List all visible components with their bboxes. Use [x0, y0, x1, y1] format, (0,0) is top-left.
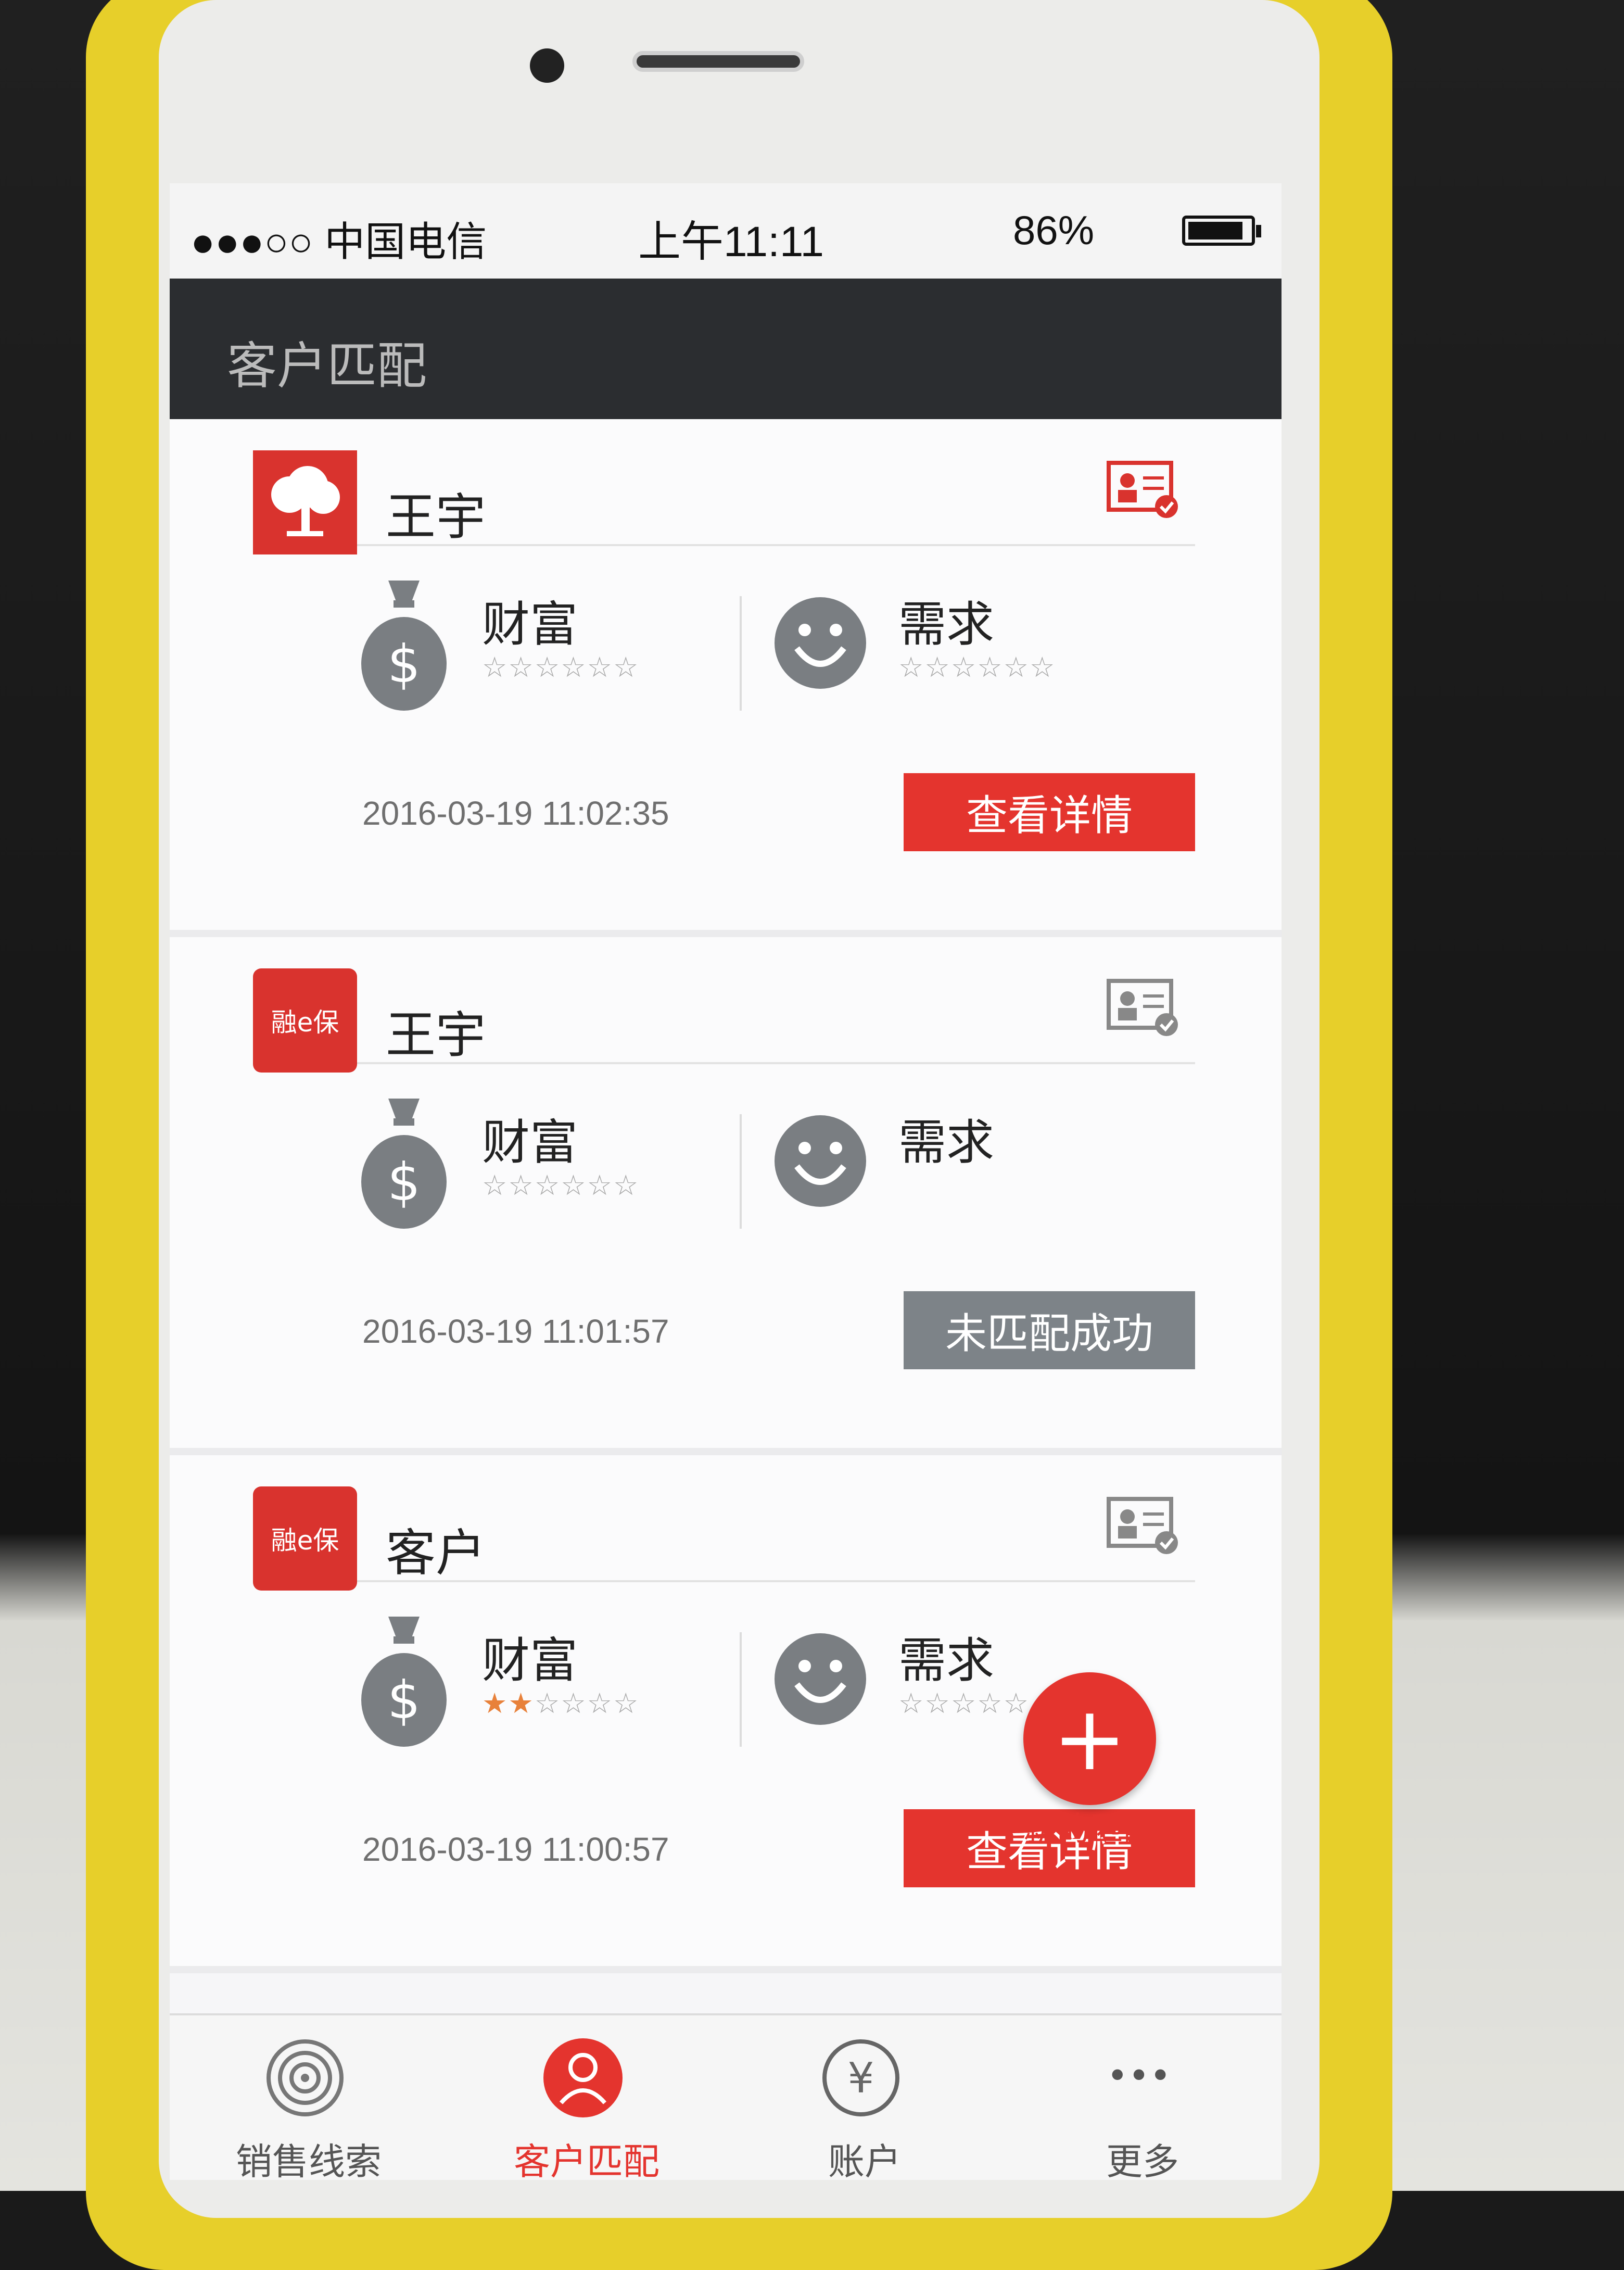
battery-percent: 86%: [1013, 207, 1095, 253]
wealth-section: $ 财富 ☆☆☆☆☆☆: [357, 575, 742, 732]
need-section: 需求: [773, 1093, 1169, 1250]
tab-sales-leads[interactable]: 销售线索: [170, 2015, 448, 2180]
need-label: 需求: [898, 1633, 995, 1688]
tab-label: 客户匹配: [514, 2140, 659, 2180]
phone-screen: ●●●○○ 中国电信 上午11:11 86% 客户匹配 王宇 $ 财富 ☆☆☆☆…: [170, 183, 1282, 2180]
id-card-check-icon[interactable]: [1107, 979, 1179, 1036]
nav-bar: 客户匹配: [170, 279, 1282, 419]
carrier-signal: ●●●○○ 中国电信: [191, 219, 487, 264]
need-section: 需求 ☆☆☆☆☆☆: [773, 575, 1169, 732]
tab-label: 销售线索: [236, 2140, 382, 2180]
battery-icon: [1182, 216, 1255, 246]
page-title: 客户匹配: [227, 337, 427, 395]
id-card-check-icon[interactable]: [1107, 461, 1179, 518]
more-dots-icon: •••: [1107, 2054, 1171, 2097]
need-label: 需求: [898, 1115, 995, 1170]
need-label: 需求: [898, 597, 995, 652]
money-bag-icon: $: [361, 581, 447, 711]
smiley-icon: [775, 597, 866, 689]
new-match-label[interactable]: 新的匹配: [1023, 1802, 1185, 1850]
user-icon: [543, 2038, 623, 2117]
svg-text:¥: ¥: [848, 2054, 874, 2102]
wealth-label: 财富: [482, 597, 578, 652]
section-divider: [740, 1632, 742, 1747]
yen-icon: ¥: [822, 2039, 899, 2116]
status-time: 上午11:11: [638, 218, 824, 266]
match-card[interactable]: 融e保 王宇 $ 财富 ☆☆☆☆☆☆ 需求 2016-03-19 11:01:5…: [170, 937, 1282, 1455]
brand-logo: 融e保: [253, 968, 357, 1073]
wealth-stars-empty: ☆☆☆☆: [534, 1687, 640, 1720]
wealth-rating: ★★☆☆☆☆: [482, 1687, 639, 1720]
status-bar: ●●●○○ 中国电信 上午11:11 86%: [170, 183, 1282, 279]
tab-label: 更多: [1106, 2140, 1179, 2180]
id-card-check-icon[interactable]: [1107, 1497, 1179, 1554]
radar-icon: [267, 2039, 344, 2116]
new-match-button[interactable]: +: [1023, 1672, 1156, 1805]
money-bag-icon: $: [361, 1099, 447, 1229]
match-timestamp: 2016-03-19 11:00:57: [362, 1831, 669, 1868]
wealth-stars-filled: ★★: [482, 1687, 535, 1720]
wealth-section: $ 财富 ★★☆☆☆☆: [357, 1611, 742, 1768]
smiley-icon: [775, 1115, 866, 1207]
tab-bar: 销售线索 客户匹配 ¥ 账户 ••• 更多: [170, 2013, 1282, 2180]
card-header: 王宇: [253, 440, 1195, 554]
tab-label: 账户: [828, 2140, 901, 2180]
match-timestamp: 2016-03-19 11:02:35: [362, 795, 669, 832]
customer-name: 王宇: [386, 1006, 486, 1064]
match-card[interactable]: 王宇 $ 财富 ☆☆☆☆☆☆ 需求 ☆☆☆☆☆☆ 2016-03-19 11:0…: [170, 419, 1282, 937]
wealth-label: 财富: [482, 1633, 578, 1688]
tree-logo-icon: [253, 450, 357, 554]
brand-logo: 融e保: [253, 1486, 357, 1591]
card-header: 融e保 王宇: [253, 958, 1195, 1073]
tab-more[interactable]: ••• 更多: [1004, 2015, 1282, 2180]
customer-name: 客户: [386, 1524, 486, 1582]
customer-name: 王宇: [386, 488, 486, 546]
earpiece-speaker: [632, 51, 804, 72]
need-rating: ☆☆☆☆☆☆: [898, 651, 1056, 684]
front-camera: [530, 48, 564, 83]
wealth-section: $ 财富 ☆☆☆☆☆☆: [357, 1093, 742, 1250]
wealth-rating: ☆☆☆☆☆☆: [482, 651, 640, 684]
svg-text:$: $: [387, 634, 421, 695]
card-header: 融e保 客户: [253, 1476, 1195, 1591]
smiley-icon: [775, 1633, 866, 1725]
section-divider: [740, 596, 742, 711]
tab-account[interactable]: ¥ 账户: [726, 2015, 1004, 2180]
view-details-button[interactable]: 查看详情: [904, 773, 1195, 851]
money-bag-icon: $: [361, 1617, 447, 1747]
svg-text:•••: •••: [1107, 2054, 1171, 2097]
tab-customer-match[interactable]: 客户匹配: [448, 2015, 726, 2180]
wealth-label: 财富: [482, 1115, 578, 1170]
match-failed-button[interactable]: 未匹配成功: [904, 1291, 1195, 1369]
need-rating: ☆☆☆☆☆: [898, 1687, 1030, 1720]
svg-text:$: $: [387, 1670, 421, 1731]
svg-text:$: $: [387, 1152, 421, 1213]
section-divider: [740, 1114, 742, 1229]
match-timestamp: 2016-03-19 11:01:57: [362, 1313, 669, 1350]
wealth-rating: ☆☆☆☆☆☆: [482, 1169, 640, 1202]
